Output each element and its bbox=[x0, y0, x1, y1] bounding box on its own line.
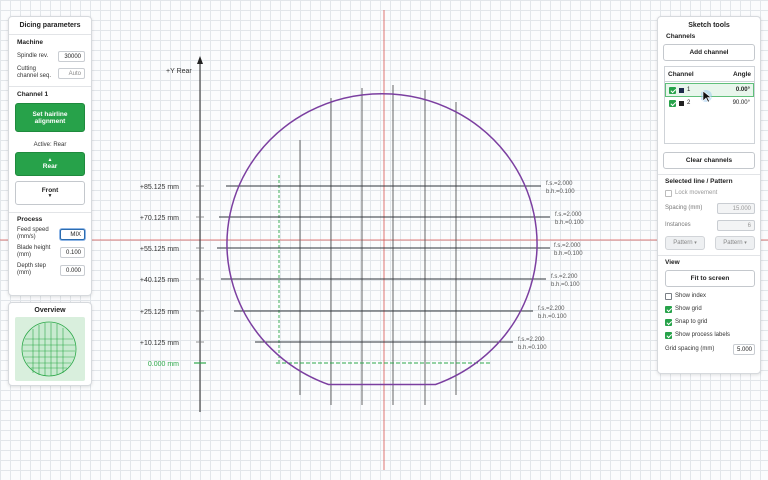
channel-section: Channel 1 Set hairline alignment Active:… bbox=[9, 87, 91, 205]
show-index-label: Show index bbox=[675, 293, 707, 299]
blade-height-input[interactable]: 0.100 bbox=[60, 246, 85, 258]
y-label: +25.125 mm bbox=[140, 309, 179, 316]
pattern-button-1[interactable]: Pattern ▾ bbox=[665, 236, 705, 250]
active-side-label: Active: Rear bbox=[33, 142, 67, 148]
fit-to-screen-button[interactable]: Fit to screen bbox=[665, 270, 755, 287]
show-process-labels-checkbox[interactable] bbox=[665, 332, 672, 339]
depth-step-input[interactable]: 0.000 bbox=[60, 264, 85, 276]
grid-spacing-label: Grid spacing (mm) bbox=[665, 346, 715, 352]
channel-table-header: Channel Angle bbox=[665, 67, 754, 82]
view-section: View Fit to screen Show index Show grid … bbox=[658, 256, 760, 355]
channel-1-name: 1 bbox=[687, 87, 691, 93]
channel-1-color-swatch bbox=[679, 87, 684, 93]
feed-speed-input[interactable]: MIX bbox=[60, 228, 85, 240]
channel-column-header[interactable]: Channel bbox=[668, 71, 694, 78]
chevron-down-icon: ▾ bbox=[694, 240, 697, 246]
feed-speed-label: Feed speed (mm/s) bbox=[17, 227, 49, 240]
snap-to-grid-label: Snap to grid bbox=[675, 319, 708, 325]
y-label: +10.125 mm bbox=[140, 340, 179, 347]
add-channel-label: Add channel bbox=[689, 49, 729, 56]
front-button[interactable]: Front ▼ bbox=[15, 181, 85, 205]
selected-line-heading: Selected line / Pattern bbox=[665, 178, 733, 185]
pattern-button-2[interactable]: Pattern ▾ bbox=[715, 236, 755, 250]
lock-movement-label: Lock movement bbox=[675, 190, 718, 196]
dicing-canvas[interactable]: +Y Rear +85.125 mm +70.125 mm +55.125 mm… bbox=[0, 0, 768, 480]
show-grid-label: Show grid bbox=[675, 306, 702, 312]
mouse-cursor-icon bbox=[701, 90, 712, 103]
process-section: Process Feed speed (mm/s) MIX Blade heig… bbox=[9, 213, 91, 277]
machine-section: Machine Spindle rev. 30000 Cutting chann… bbox=[9, 35, 91, 80]
process-label-fs: f.s.=2.200 bbox=[551, 274, 578, 280]
fit-to-screen-label: Fit to screen bbox=[690, 275, 730, 282]
y-axis-arrow-icon bbox=[197, 56, 203, 64]
instances-label: Instances bbox=[665, 222, 691, 228]
set-hairline-label: Set hairline alignment bbox=[32, 110, 68, 125]
view-heading: View bbox=[665, 259, 680, 266]
process-heading: Process bbox=[17, 216, 43, 223]
overview-panel: Overview bbox=[8, 302, 92, 386]
process-label-bh: b.h.=0.100 bbox=[546, 189, 575, 195]
spindle-label: Spindle rev. bbox=[17, 53, 49, 59]
show-index-checkbox[interactable] bbox=[665, 293, 672, 300]
process-label-bh: b.h.=0.100 bbox=[538, 314, 567, 320]
rear-label: Rear bbox=[42, 163, 58, 170]
channel-2-color-swatch bbox=[679, 100, 684, 106]
process-label-bh: b.h.=0.100 bbox=[551, 282, 580, 288]
overview-title: Overview bbox=[34, 307, 66, 314]
channel-2-angle: 90.00° bbox=[732, 100, 750, 106]
process-label-fs: f.s.=2.000 bbox=[546, 181, 573, 187]
angle-column-header[interactable]: Angle bbox=[733, 71, 751, 78]
channel-2-name: 2 bbox=[687, 100, 691, 106]
channels-heading: Channels bbox=[666, 33, 696, 40]
wafer-outline[interactable] bbox=[226, 92, 538, 386]
rear-button[interactable]: ▲ Rear bbox=[15, 152, 85, 176]
panel-title: Dicing parameters bbox=[19, 22, 81, 29]
clear-channels-label: Clear channels bbox=[685, 157, 733, 164]
show-grid-checkbox[interactable] bbox=[665, 306, 672, 313]
spindle-input[interactable]: 30000 bbox=[58, 51, 85, 62]
overview-minimap[interactable] bbox=[15, 317, 85, 381]
y-label: +55.125 mm bbox=[140, 246, 179, 253]
channel-table: Channel Angle 1 0.00° 2 90.00° bbox=[664, 66, 755, 144]
process-label-fs: f.s.=2.000 bbox=[554, 243, 581, 249]
channel-heading: Channel 1 bbox=[17, 91, 49, 98]
clear-channels-button[interactable]: Clear channels bbox=[663, 152, 755, 169]
channel-1-checkbox[interactable] bbox=[669, 86, 676, 94]
channel-1-angle: 0.00° bbox=[735, 87, 750, 93]
machine-heading: Machine bbox=[17, 39, 44, 46]
add-channel-button[interactable]: Add channel bbox=[663, 44, 755, 61]
process-label-bh: b.h.=0.100 bbox=[518, 345, 547, 351]
process-label-fs: f.s.=2.000 bbox=[555, 212, 582, 218]
y-label-origin: 0.000 mm bbox=[148, 361, 179, 368]
spacing-label: Spacing (mm) bbox=[665, 205, 703, 211]
lock-movement-checkbox[interactable] bbox=[665, 190, 672, 197]
cutting-seq-input[interactable]: Auto bbox=[58, 67, 85, 79]
process-label-bh: b.h.=0.100 bbox=[555, 220, 584, 226]
process-label-fs: f.s.=2.200 bbox=[518, 337, 545, 343]
instances-input[interactable]: 6 bbox=[717, 220, 755, 231]
grid-spacing-input[interactable]: 5.000 bbox=[733, 344, 755, 355]
blade-height-label: Blade height (mm) bbox=[17, 245, 51, 258]
y-label: +70.125 mm bbox=[140, 215, 179, 222]
show-process-labels-label: Show process labels bbox=[675, 332, 731, 338]
depth-step-label: Depth step (mm) bbox=[17, 263, 47, 276]
y-label: +85.125 mm bbox=[140, 184, 179, 191]
y-label: +40.125 mm bbox=[140, 277, 179, 284]
dicing-parameters-panel: Dicing parameters Machine Spindle rev. 3… bbox=[8, 16, 92, 296]
pattern-button-1-label: Pattern bbox=[673, 240, 693, 246]
pattern-button-2-label: Pattern bbox=[723, 240, 743, 246]
sketch-tools-panel: Sketch tools Channels Add channel Channe… bbox=[657, 16, 761, 374]
selected-line-section: Selected line / Pattern Lock movement Sp… bbox=[658, 175, 760, 250]
process-label-fs: f.s.=2.200 bbox=[538, 306, 565, 312]
channel-2-checkbox[interactable] bbox=[669, 99, 676, 107]
cutting-seq-label: Cutting channel seq. bbox=[17, 66, 52, 79]
chevron-down-icon: ▾ bbox=[744, 240, 747, 246]
spacing-input[interactable]: 15.000 bbox=[717, 203, 755, 214]
sketch-tools-title: Sketch tools bbox=[688, 22, 730, 29]
down-arrow-icon: ▼ bbox=[47, 193, 53, 199]
y-axis-label: +Y Rear bbox=[166, 68, 192, 75]
set-hairline-button[interactable]: Set hairline alignment bbox=[15, 103, 85, 132]
snap-to-grid-checkbox[interactable] bbox=[665, 319, 672, 326]
process-label-bh: b.h.=0.100 bbox=[554, 251, 583, 257]
